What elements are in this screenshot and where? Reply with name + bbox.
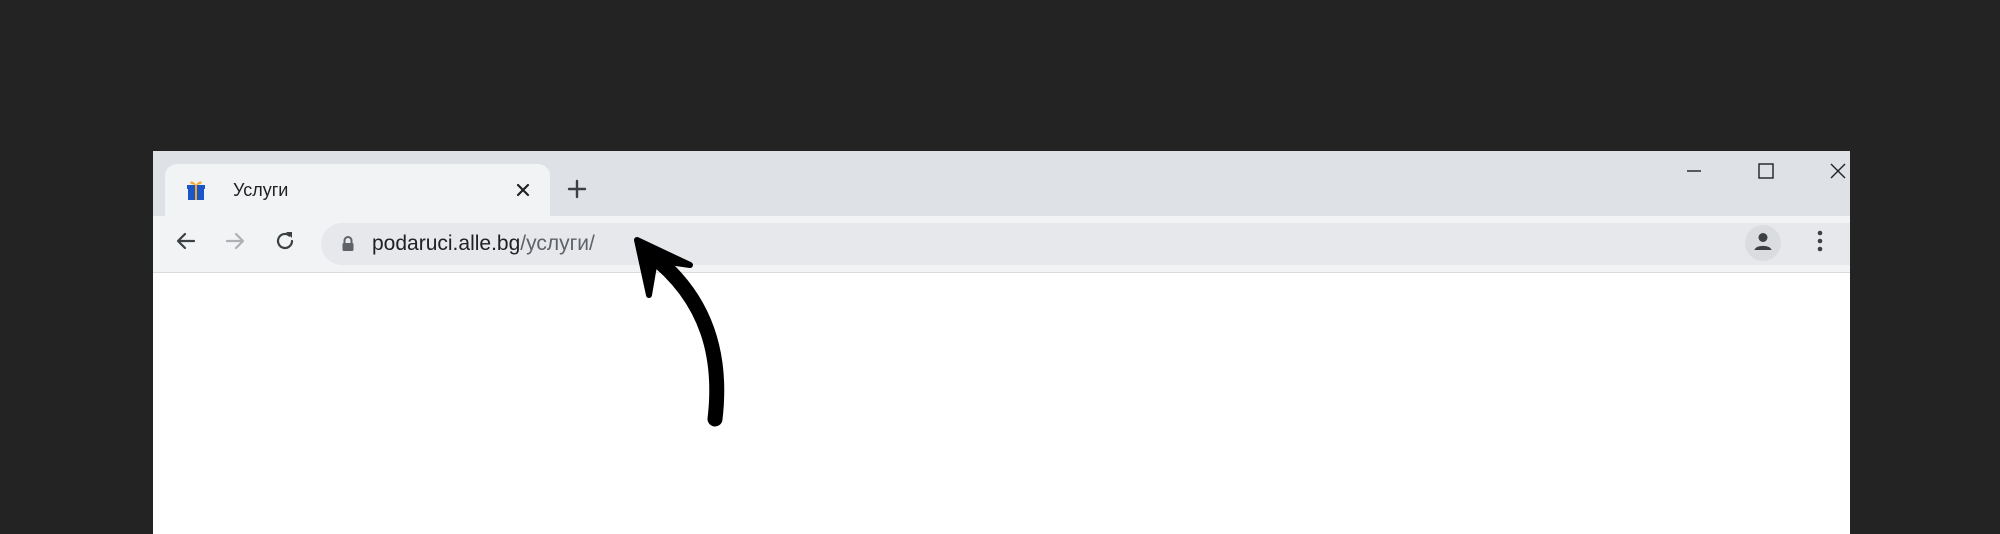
minimize-icon <box>1685 162 1703 185</box>
profile-icon <box>1751 229 1775 258</box>
gift-icon <box>185 179 207 201</box>
reload-icon <box>273 229 297 258</box>
address-bar[interactable]: podaruci.alle.bg/услуги/ <box>321 223 1850 265</box>
plus-icon <box>566 178 588 205</box>
url-host: podaruci.alle.bg <box>372 232 521 255</box>
maximize-icon <box>1757 162 1775 185</box>
forward-button[interactable] <box>217 225 253 261</box>
browser-window: Услуги podaruci.alle.bg/услуги/ <box>153 151 1850 534</box>
browser-menu-button[interactable] <box>1802 225 1838 261</box>
minimize-button[interactable] <box>1658 151 1730 195</box>
window-close-button[interactable] <box>1802 151 1850 195</box>
browser-toolbar: podaruci.alle.bg/услуги/ <box>153 216 1850 273</box>
menu-icon <box>1816 229 1824 258</box>
url-path: /услуги/ <box>520 232 595 255</box>
tab-strip: Услуги <box>153 151 1850 216</box>
url-text[interactable]: podaruci.alle.bg/услуги/ <box>372 223 595 265</box>
reload-button[interactable] <box>267 225 303 261</box>
profile-button[interactable] <box>1745 225 1781 261</box>
tab-services[interactable]: Услуги <box>165 164 550 216</box>
tab-title: Услуги <box>233 180 289 200</box>
back-button[interactable] <box>168 225 204 261</box>
close-icon <box>1829 162 1847 185</box>
maximize-button[interactable] <box>1730 151 1802 195</box>
arrow-left-icon <box>174 229 198 258</box>
arrow-right-icon <box>223 229 247 258</box>
lock-icon[interactable] <box>338 234 358 254</box>
close-icon[interactable] <box>510 177 536 203</box>
new-tab-button[interactable] <box>557 171 597 211</box>
